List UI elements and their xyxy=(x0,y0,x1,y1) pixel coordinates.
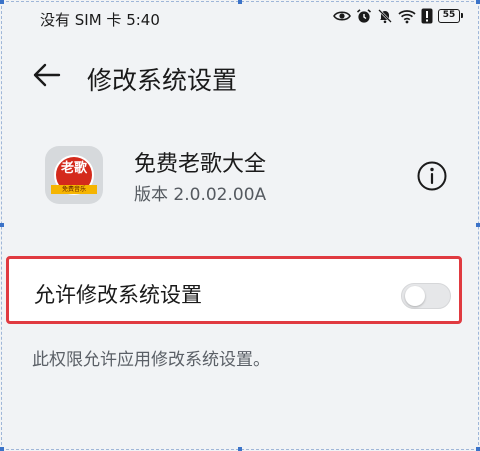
app-icon-text: 老歌 xyxy=(60,161,87,176)
page-title: 修改系统设置 xyxy=(87,66,238,95)
app-info-row: 老歌 免费音乐 免费老歌大全 版本 2.0.02.00A xyxy=(0,138,480,218)
status-bar: 没有 SIM 卡 5:40 55 xyxy=(0,0,480,36)
toggle-knob xyxy=(405,286,425,306)
allow-modify-settings-toggle[interactable] xyxy=(401,283,451,309)
app-icon-band: 免费音乐 xyxy=(51,185,97,194)
alert-icon xyxy=(421,8,433,24)
permission-description: 此权限允许应用修改系统设置。 xyxy=(32,350,270,370)
title-bar: 修改系统设置 xyxy=(0,52,480,100)
mute-bell-icon xyxy=(377,8,393,24)
app-name: 免费老歌大全 xyxy=(134,152,267,177)
status-icons: 55 xyxy=(333,8,463,24)
arrow-left-icon[interactable] xyxy=(30,60,64,90)
allow-modify-settings-row[interactable]: 允许修改系统设置 xyxy=(6,256,462,324)
status-carrier-time: 没有 SIM 卡 5:40 xyxy=(40,11,160,29)
battery-icon: 55 xyxy=(438,9,463,23)
selection-handle xyxy=(476,223,480,227)
selection-handle xyxy=(238,447,242,451)
setting-label: 允许修改系统设置 xyxy=(34,283,202,307)
selection-handle xyxy=(0,447,4,451)
selection-handle xyxy=(476,447,480,451)
wifi-icon xyxy=(398,9,416,24)
app-version: 版本 2.0.02.00A xyxy=(134,185,267,205)
info-icon[interactable] xyxy=(416,160,448,192)
selection-handle xyxy=(0,223,4,227)
eye-icon xyxy=(333,9,351,23)
alarm-icon xyxy=(356,8,372,24)
app-icon: 老歌 免费音乐 xyxy=(45,146,103,204)
